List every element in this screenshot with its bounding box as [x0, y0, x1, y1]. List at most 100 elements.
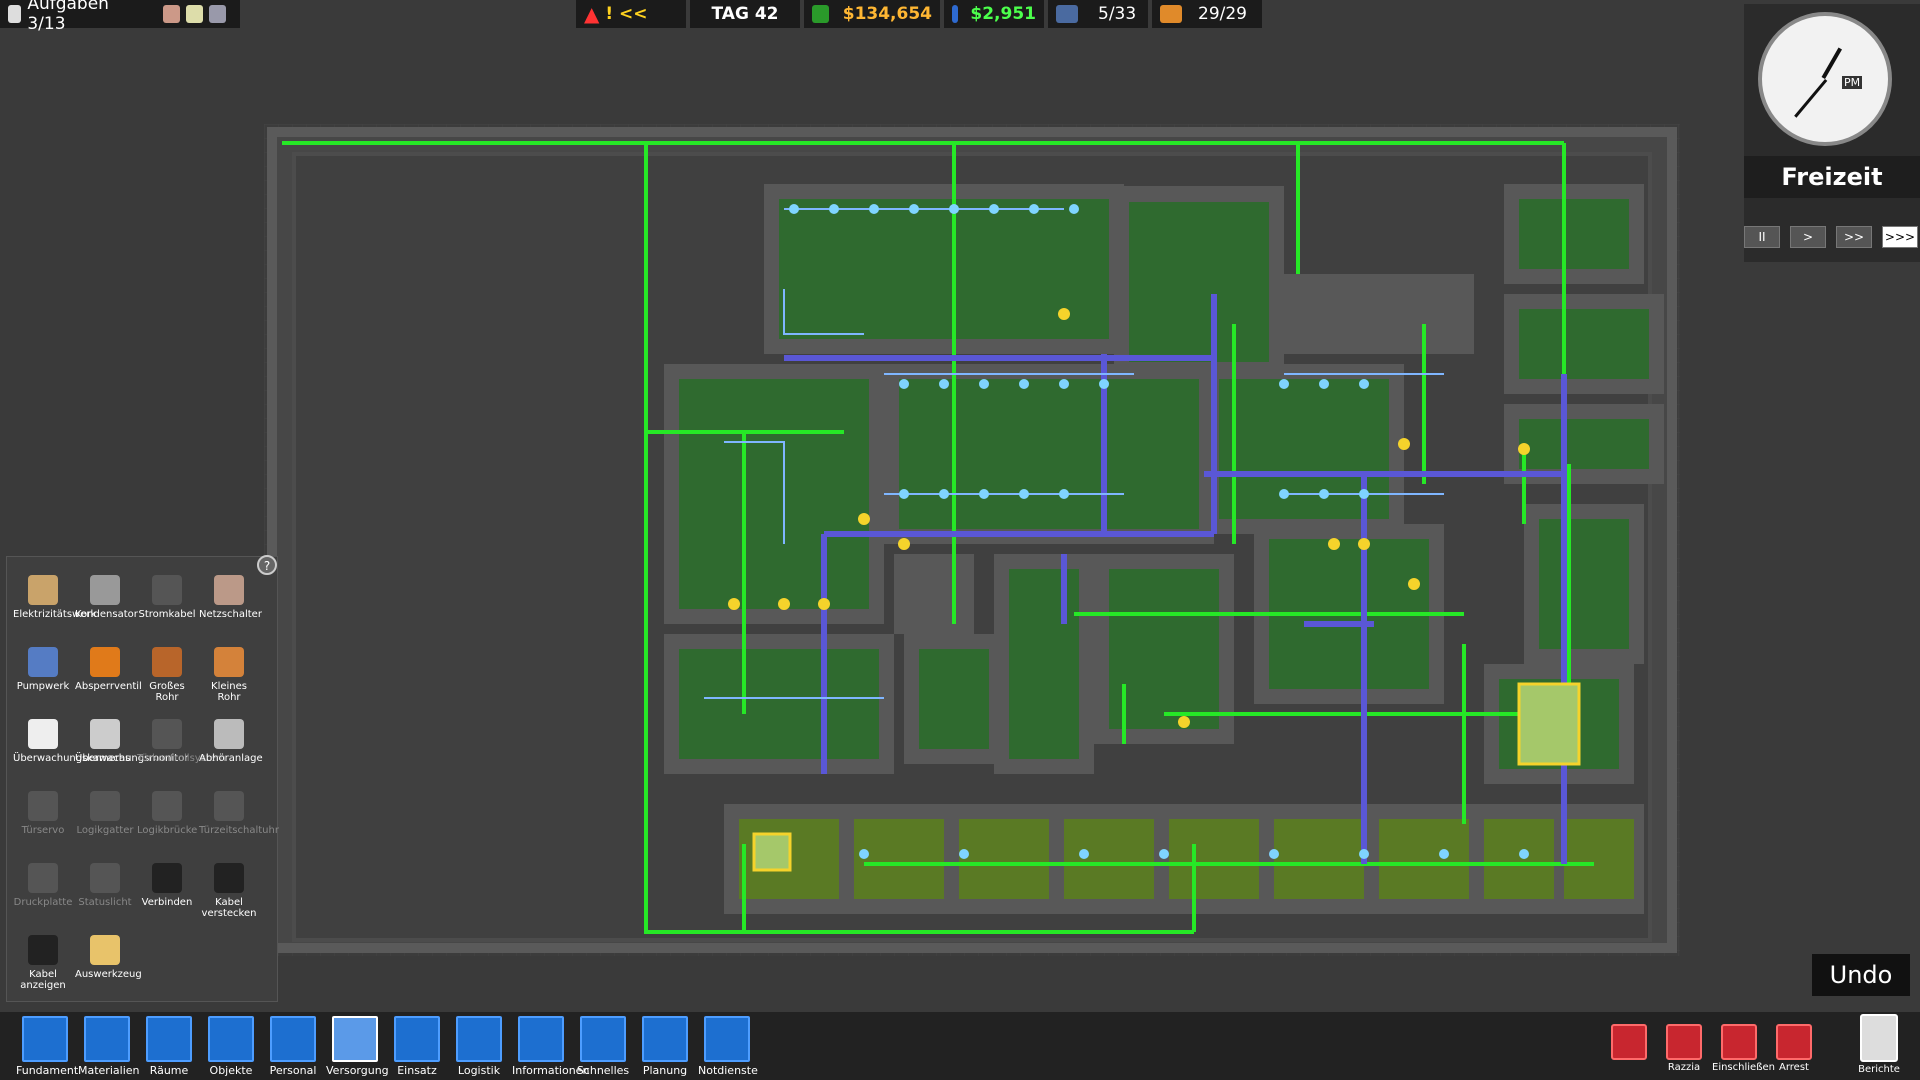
- tasks-button[interactable]: Aufgaben 3/13: [0, 0, 240, 34]
- tool-icon: [28, 719, 58, 749]
- tool-label: Verbinden: [141, 897, 193, 908]
- play-button[interactable]: >: [1790, 226, 1826, 248]
- reports-button[interactable]: Berichte: [1852, 1014, 1906, 1075]
- tool-label: Statuslicht: [78, 897, 132, 908]
- help-button[interactable]: ?: [257, 555, 277, 575]
- photo-icon[interactable]: [185, 5, 203, 23]
- balance-chip[interactable]: $134,654: [804, 0, 940, 28]
- fast-button[interactable]: >>: [1836, 226, 1872, 248]
- menu-button-6[interactable]: Einsatz: [388, 1016, 446, 1077]
- cash-icon: [812, 5, 829, 23]
- tool-icon: [152, 719, 182, 749]
- menu-button-1[interactable]: Materialien: [78, 1016, 140, 1077]
- clock-face: PM: [1758, 12, 1892, 146]
- menu-icon: [146, 1016, 192, 1062]
- tool-17: Statuslicht: [75, 863, 135, 908]
- income-chip[interactable]: $2,951: [944, 0, 1044, 28]
- fastest-button[interactable]: >>>: [1882, 226, 1918, 248]
- room-kitchen: [679, 649, 879, 759]
- tool-label: Türservo: [21, 825, 65, 836]
- room-workshop: [1009, 569, 1079, 759]
- tool-19[interactable]: Kabel verstecken: [199, 863, 259, 919]
- power-station[interactable]: [1517, 682, 1581, 766]
- prisoners-value: 29/29: [1198, 4, 1247, 24]
- menu-button-10[interactable]: Planung: [636, 1016, 694, 1077]
- tool-20[interactable]: Kabel anzeigen: [13, 935, 73, 991]
- day-chip: TAG 42: [690, 0, 800, 28]
- tool-label: Stromkabel: [138, 609, 196, 620]
- action-icon: [1721, 1024, 1757, 1060]
- menu-button-0[interactable]: Fundament: [16, 1016, 78, 1077]
- menu-label: Logistik: [457, 1064, 501, 1077]
- tool-8[interactable]: Überwachungskameras: [13, 719, 130, 764]
- menu-icon: [22, 1016, 68, 1062]
- menu-button-3[interactable]: Objekte: [202, 1016, 260, 1077]
- menu-label: Materialien: [78, 1064, 140, 1077]
- menu-button-2[interactable]: Räume: [140, 1016, 198, 1077]
- menu-button-7[interactable]: Logistik: [450, 1016, 508, 1077]
- guards-chip[interactable]: 5/33: [1048, 0, 1148, 28]
- tool-icon: [152, 647, 182, 677]
- menu-button-8[interactable]: Informationen: [512, 1016, 589, 1077]
- menu-label: Fundament: [16, 1064, 79, 1077]
- tool-18[interactable]: Verbinden: [137, 863, 197, 908]
- tool-icon: [28, 791, 58, 821]
- tool-label: Logikgatter: [76, 825, 134, 836]
- menu-label: Schnelles: [576, 1064, 630, 1077]
- regime-label[interactable]: Freizeit: [1744, 156, 1920, 198]
- guards-value: 5/33: [1098, 4, 1137, 24]
- tool-3[interactable]: Netzschalter: [199, 575, 262, 620]
- tool-label: Kabel verstecken: [201, 897, 257, 919]
- tool-2[interactable]: Stromkabel: [137, 575, 197, 620]
- prisoner-face-icon[interactable]: [162, 5, 180, 23]
- day-label: TAG 42: [711, 4, 779, 24]
- menu-button-4[interactable]: Personal: [264, 1016, 322, 1077]
- tool-label: Absperrventil: [75, 681, 142, 692]
- tool-16: Druckplatte: [13, 863, 73, 908]
- tool-21[interactable]: Auswerkzeug: [75, 935, 142, 980]
- pause-button[interactable]: II: [1744, 226, 1780, 248]
- menu-icon: [332, 1016, 378, 1062]
- prisoners-chip[interactable]: 29/29: [1152, 0, 1262, 28]
- south-rooms: [739, 819, 1634, 899]
- menu-button-5[interactable]: Versorgung: [326, 1016, 389, 1077]
- action-button-2[interactable]: Einschließen: [1712, 1024, 1775, 1073]
- tool-icon: [90, 791, 120, 821]
- tool-icon: [214, 647, 244, 677]
- bank-icon[interactable]: [208, 5, 226, 23]
- tool-6[interactable]: Großes Rohr: [137, 647, 197, 703]
- undo-button[interactable]: Undo: [1812, 954, 1910, 996]
- alert-chip[interactable]: ▲ ! <<: [576, 0, 686, 28]
- tool-11[interactable]: Abhöranlage: [199, 719, 263, 764]
- status-bar: ▲ ! << TAG 42 $134,654 $2,951 5/33 29/29: [576, 0, 1266, 28]
- room-ne-2: [1519, 309, 1649, 379]
- prison-map[interactable]: [264, 124, 1680, 956]
- tool-label: Logikbrücke: [137, 825, 198, 836]
- room-south-5: [1169, 819, 1259, 899]
- tool-0[interactable]: Elektrizitätswerk: [13, 575, 96, 620]
- menu-button-11[interactable]: Notdienste: [698, 1016, 758, 1077]
- tool-1[interactable]: Kondensator: [75, 575, 138, 620]
- menu-button-9[interactable]: Schnelles: [574, 1016, 632, 1077]
- tool-5[interactable]: Absperrventil: [75, 647, 142, 692]
- action-icon: [1776, 1024, 1812, 1060]
- action-button-0[interactable]: [1602, 1024, 1656, 1062]
- tool-9[interactable]: Überwachungsmonitor: [75, 719, 188, 764]
- tool-icon: [152, 863, 182, 893]
- room-south-2: [854, 819, 944, 899]
- action-button-1[interactable]: Razzia: [1657, 1024, 1711, 1073]
- action-button-3[interactable]: Arrest: [1767, 1024, 1821, 1073]
- menu-label: Personal: [269, 1064, 317, 1077]
- tool-icon: [28, 575, 58, 605]
- reports-label: Berichte: [1858, 1064, 1900, 1075]
- capacitor[interactable]: [752, 832, 792, 872]
- guard-icon: [1056, 5, 1078, 23]
- tool-4[interactable]: Pumpwerk: [13, 647, 73, 692]
- room-south-9: [1564, 819, 1634, 899]
- room-ne-3: [1519, 419, 1649, 469]
- clipboard-icon: [8, 5, 22, 23]
- minute-hand: [1794, 79, 1828, 118]
- tool-10: Türkontrollsystem: [137, 719, 226, 764]
- tool-label: Pumpwerk: [16, 681, 70, 692]
- tool-7[interactable]: Kleines Rohr: [199, 647, 259, 703]
